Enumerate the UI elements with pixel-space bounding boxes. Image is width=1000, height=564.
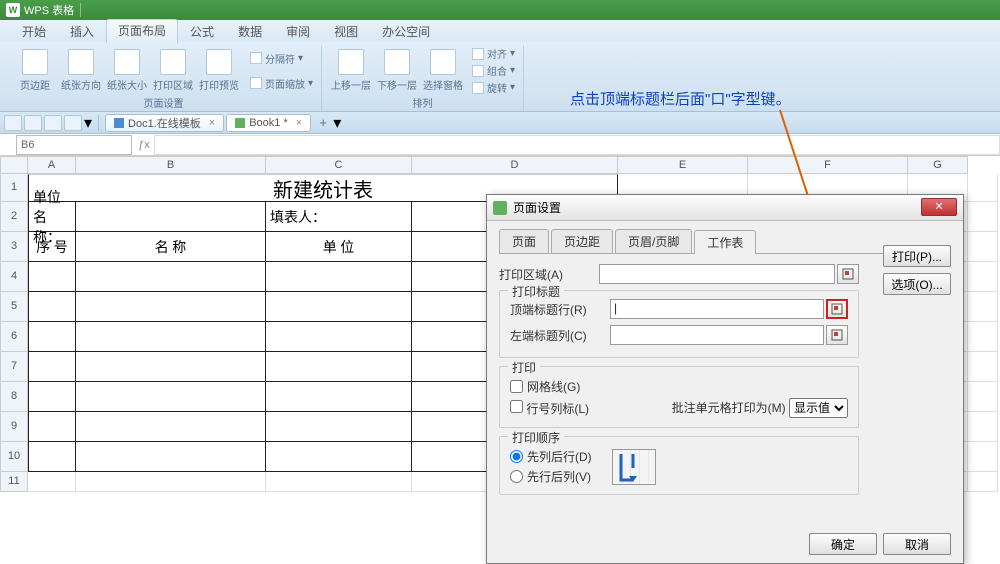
dialog-title: 页面设置 (513, 199, 561, 216)
ribbon-group-page-setup: 页面设置 (14, 95, 313, 111)
app-title: WPS 表格 (24, 2, 74, 18)
input-top-rows[interactable]: | (610, 299, 824, 319)
fs-print-titles: 打印标题 (508, 283, 564, 300)
dlg-print-button[interactable]: 打印(P)... (883, 245, 951, 267)
menu-page-layout[interactable]: 页面布局 (106, 19, 178, 43)
select-comments[interactable]: 显示值 (789, 398, 848, 418)
btn-margins[interactable]: 页边距 (14, 49, 56, 92)
lbl-top-rows: 顶端标题行(R) (510, 301, 610, 318)
ribbon-group-arrange: 排列 (330, 95, 515, 111)
btn-selection-pane[interactable]: 选择窗格 (422, 49, 464, 92)
radio-over-down[interactable] (510, 470, 523, 483)
btn-print-area[interactable]: 打印区域 (152, 49, 194, 92)
range-picker-icon[interactable] (837, 264, 859, 284)
spreadsheet-icon (235, 118, 245, 128)
btn-bring-forward[interactable]: 上移一层 (330, 49, 372, 92)
close-icon[interactable]: × (296, 117, 302, 129)
annotation-text: 点击顶端标题栏后面"口"字型键。 (570, 88, 791, 109)
app-logo-icon: W (6, 3, 20, 17)
range-picker-left-cols[interactable] (826, 325, 848, 345)
qat-btn-4[interactable] (64, 115, 82, 131)
formula-bar: B6 ƒx (0, 134, 1000, 156)
qat-btn-1[interactable] (4, 115, 22, 131)
input-print-area[interactable] (599, 264, 835, 284)
lbl-print-area: 打印区域(A) (499, 266, 599, 283)
fs-print: 打印 (508, 359, 540, 376)
fx-icon[interactable]: ƒx (134, 139, 154, 151)
range-picker-top-rows[interactable] (826, 299, 848, 319)
dlg-ok-button[interactable]: 确定 (809, 533, 877, 555)
btn-size[interactable]: 纸张大小 (106, 49, 148, 92)
dlg-tab-page[interactable]: 页面 (499, 229, 549, 253)
menu-office[interactable]: 办公空间 (370, 23, 442, 40)
menu-view[interactable]: 视图 (322, 23, 370, 40)
qat-btn-3[interactable] (44, 115, 62, 131)
btn-print-preview[interactable]: 打印预览 (198, 49, 240, 92)
menu-bar: 开始 插入 页面布局 公式 数据 审阅 视图 办公空间 (0, 20, 1000, 42)
menu-data[interactable]: 数据 (226, 23, 274, 40)
btn-breaks[interactable]: 分隔符 ▾ (250, 51, 313, 66)
name-box[interactable]: B6 (16, 135, 132, 155)
btn-align[interactable]: 对齐 ▾ (472, 46, 515, 61)
btn-rotate[interactable]: 旋转 ▾ (472, 80, 515, 95)
btn-send-backward[interactable]: 下移一层 (376, 49, 418, 92)
add-tab-button[interactable]: + (313, 115, 333, 130)
menu-review[interactable]: 审阅 (274, 23, 322, 40)
page-setup-dialog: 页面设置 ✕ 页面 页边距 页眉/页脚 工作表 打印(P)... 选项(O)..… (486, 194, 964, 564)
btn-orientation[interactable]: 纸张方向 (60, 49, 102, 92)
dlg-tab-headerfooter[interactable]: 页眉/页脚 (615, 229, 692, 253)
qat-btn-2[interactable] (24, 115, 42, 131)
radio-down-over[interactable] (510, 450, 523, 463)
chk-rowcol-headers[interactable] (510, 400, 523, 413)
doc-tab-template[interactable]: Doc1.在线模板× (105, 114, 224, 132)
dialog-close-button[interactable]: ✕ (921, 198, 957, 216)
page-order-icon (612, 449, 656, 485)
app-titlebar: W WPS 表格 (0, 0, 1000, 20)
menu-insert[interactable]: 插入 (58, 23, 106, 40)
formula-input[interactable] (154, 135, 1000, 155)
dlg-options-button[interactable]: 选项(O)... (883, 273, 951, 295)
dlg-tab-margins[interactable]: 页边距 (551, 229, 613, 253)
quick-access-row: ▾ Doc1.在线模板× Book1 *× + ▾ (0, 112, 1000, 134)
input-left-cols[interactable] (610, 325, 824, 345)
ribbon: 页边距 纸张方向 纸张大小 打印区域 打印预览 分隔符 ▾ 页面缩放 ▾ 页面设… (0, 42, 1000, 112)
fs-page-order: 打印顺序 (508, 429, 564, 446)
menu-home[interactable]: 开始 (10, 23, 58, 40)
lbl-left-cols: 左端标题列(C) (510, 327, 610, 344)
chk-gridlines[interactable] (510, 380, 523, 393)
doc-tab-book1[interactable]: Book1 *× (226, 114, 311, 132)
close-icon[interactable]: × (209, 117, 215, 129)
btn-scale[interactable]: 页面缩放 ▾ (250, 76, 313, 91)
word-doc-icon (114, 118, 124, 128)
dialog-titlebar[interactable]: 页面设置 ✕ (487, 195, 963, 221)
dialog-icon (493, 201, 507, 215)
dlg-tab-sheet[interactable]: 工作表 (694, 230, 756, 254)
menu-formula[interactable]: 公式 (178, 23, 226, 40)
btn-group[interactable]: 组合 ▾ (472, 63, 515, 78)
dlg-cancel-button[interactable]: 取消 (883, 533, 951, 555)
